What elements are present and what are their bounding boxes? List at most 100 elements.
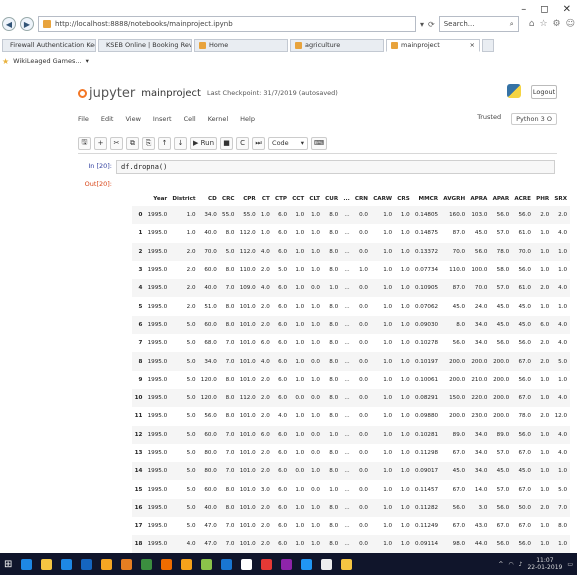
table-cell: ... — [344, 340, 350, 347]
run-button[interactable]: ▶ Run — [190, 136, 218, 150]
save-button[interactable]: 🖫 — [78, 136, 91, 150]
refresh-icon[interactable]: ⟳ — [428, 20, 435, 29]
address-row: ◀ ▶ http://localhost:8888/notebooks/main… — [2, 14, 575, 34]
row-index: 15 — [134, 486, 143, 493]
taskbar-app-icon[interactable] — [181, 558, 193, 570]
chevron-down-icon[interactable]: ▾ — [86, 57, 89, 65]
logout-button[interactable]: Logout — [531, 85, 557, 99]
tab-firewall[interactable]: Firewall Authentication Keepali... — [2, 38, 96, 52]
table-cell: 1.0 — [400, 450, 410, 456]
cell-type-select[interactable]: Code ▾ — [268, 136, 309, 150]
table-cell: 5.0 — [186, 413, 196, 420]
table-cell: 57.0 — [496, 450, 510, 456]
notification-icon[interactable]: ▭ — [567, 561, 573, 568]
taskbar-app-icon[interactable] — [61, 558, 73, 570]
tab-kseb[interactable]: KSEB Online | Booking Revu Si... — [98, 38, 192, 52]
taskbar-app-icon[interactable] — [121, 558, 133, 570]
taskbar-app-icon[interactable] — [281, 558, 293, 570]
table-cell: 4.0 — [551, 388, 570, 408]
taskbar-app-icon[interactable] — [41, 558, 53, 570]
table-cell: 45.0 — [496, 303, 510, 310]
taskbar-app-icon[interactable] — [301, 558, 313, 570]
dropdown-icon[interactable]: ▾ — [420, 20, 424, 29]
tab-home[interactable]: Home — [194, 38, 288, 52]
taskbar-app-icon[interactable] — [221, 558, 233, 570]
menu-help[interactable]: Help — [240, 115, 255, 123]
notebook-name[interactable]: mainproject — [141, 88, 201, 99]
move-up-button[interactable]: ↑ — [158, 136, 171, 150]
settings-icon[interactable]: ⚙ — [553, 19, 561, 29]
new-tab-button[interactable] — [482, 38, 494, 52]
tab-mainproject[interactable]: mainproject × — [386, 38, 480, 52]
jupyter-logo[interactable]: jupyter — [78, 86, 135, 101]
table-cell: 1.0 — [551, 535, 570, 554]
table-cell: 0.10278 — [414, 340, 439, 347]
table-cell: 1.0 — [383, 340, 393, 347]
close-tab-icon[interactable]: × — [470, 41, 475, 49]
menu-insert[interactable]: Insert — [153, 115, 172, 123]
table-cell: 1.0 — [370, 279, 395, 298]
table-cell: 1.0 — [400, 340, 410, 347]
table-row: 11 1995.0 5.0 56.0 8.0 101.0 2.0 4.0 1.0 1.0 8.0..… — [132, 407, 570, 425]
move-down-button[interactable]: ↓ — [174, 136, 187, 150]
menu-edit[interactable]: Edit — [101, 115, 114, 123]
table-cell: 5.0 — [169, 315, 199, 335]
restart-button[interactable]: C — [236, 136, 250, 150]
interrupt-button[interactable]: ■ — [220, 136, 234, 150]
copy-button[interactable]: ⧉ — [126, 136, 139, 150]
insert-cell-button[interactable]: + — [94, 136, 107, 150]
restart-run-all-button[interactable]: ⏭ — [252, 136, 266, 150]
search-input[interactable]: Search... ⌕ — [438, 16, 519, 32]
table-cell: 56.0 — [518, 376, 531, 383]
taskbar-app-icon[interactable] — [81, 558, 93, 570]
taskbar-app-icon[interactable] — [341, 558, 353, 570]
column-header: PHR — [536, 196, 550, 202]
taskbar-app-icon[interactable] — [261, 558, 273, 570]
windows-start-icon[interactable]: ⊞ — [4, 559, 12, 570]
table-cell: 8.0 — [322, 388, 341, 408]
taskbar-app-icon[interactable] — [21, 558, 33, 570]
home-icon[interactable]: ⌂ — [529, 19, 535, 29]
taskbar-app-icon[interactable] — [241, 558, 253, 570]
favorites-item[interactable]: WikiLeaged Games... — [13, 57, 81, 65]
code-cell[interactable]: In [20]: df.dropna() Out[20]: Year Distri… — [82, 160, 570, 554]
code-editor[interactable]: df.dropna() — [116, 160, 555, 174]
favorites-icon[interactable]: ☆ — [539, 19, 547, 29]
kernel-indicator[interactable]: Python 3 O — [511, 113, 557, 125]
table-cell: 14.0 — [474, 486, 488, 493]
taskbar-app-icon[interactable] — [321, 558, 333, 570]
network-icon[interactable]: ◠ — [508, 561, 513, 568]
kernel-status: Trusted Python 3 O — [477, 113, 557, 125]
address-bar[interactable]: http://localhost:8888/notebooks/mainproj… — [38, 16, 416, 32]
clock[interactable]: 11:07 22-01-2019 — [527, 557, 562, 571]
column-header: CUR — [325, 196, 339, 202]
table-cell: 6.0 — [278, 450, 288, 456]
tray-up-arrow-icon[interactable]: ^ — [498, 561, 503, 568]
table-cell: 67.0 — [518, 523, 531, 530]
table-cell: 101.0 — [239, 450, 256, 456]
tab-agriculture[interactable]: agriculture — [290, 38, 384, 52]
table-cell: 2.0 — [540, 413, 550, 420]
keyboard-shortcuts-button[interactable]: ⌨ — [311, 136, 328, 150]
table-cell: 109.0 — [237, 279, 259, 298]
smiley-icon[interactable]: ☺ — [566, 19, 575, 29]
taskbar-app-icon[interactable] — [201, 558, 213, 570]
back-icon[interactable]: ◀ — [2, 17, 16, 31]
forward-icon[interactable]: ▶ — [20, 17, 34, 31]
menu-cell[interactable]: Cell — [184, 115, 196, 123]
taskbar-app-icon[interactable] — [161, 558, 173, 570]
table-cell: 67.0 — [511, 352, 534, 371]
table-cell: ... — [344, 267, 350, 274]
menu-view[interactable]: View — [125, 115, 140, 123]
menu-file[interactable]: File — [78, 115, 89, 123]
volume-icon[interactable]: ♪ — [519, 561, 523, 568]
cut-button[interactable]: ✂ — [110, 136, 123, 150]
taskbar-app-icon[interactable] — [141, 558, 153, 570]
table-cell: 1995.0 — [144, 498, 170, 518]
taskbar-app-icon[interactable] — [101, 558, 113, 570]
paste-button[interactable]: ⎘ — [142, 136, 155, 150]
table-cell: 1.0 — [400, 413, 410, 420]
table-cell: 5.0 — [219, 242, 238, 261]
menu-kernel[interactable]: Kernel — [208, 115, 228, 123]
trusted-indicator[interactable]: Trusted — [477, 113, 501, 125]
